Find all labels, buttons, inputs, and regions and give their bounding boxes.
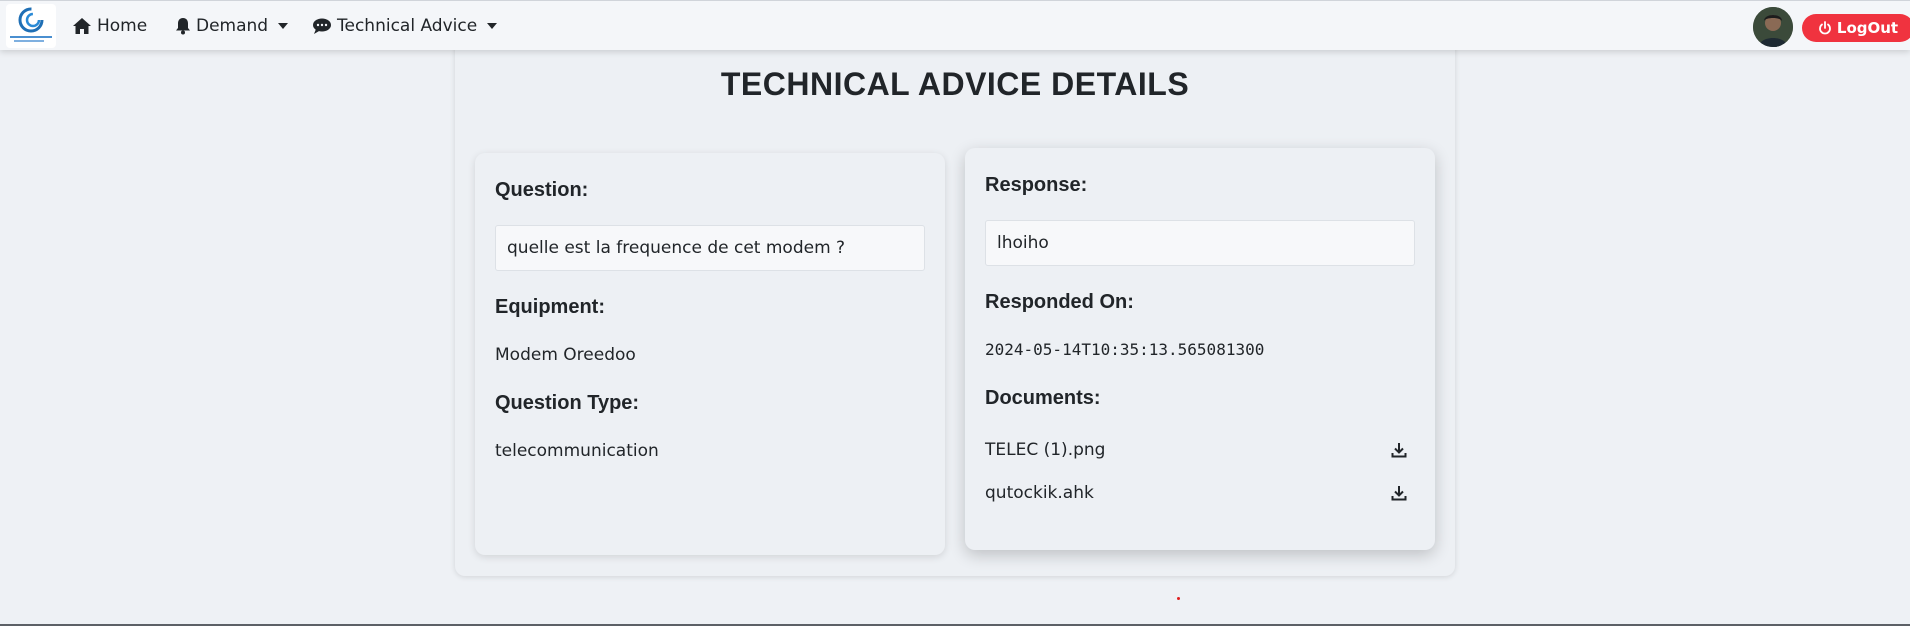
response-card: Response: lhoiho Responded On: 2024-05-1… [965,148,1435,550]
nav-home-label: Home [97,16,148,36]
question-label: Question: [495,179,589,201]
chevron-down-icon [487,23,498,29]
question-card: Question: quelle est la frequence de cet… [475,153,945,555]
nav-technical-advice-label: Technical Advice [337,16,478,36]
question-type-label: Question Type: [495,392,640,414]
nav-demand-dropdown[interactable]: Demand [175,1,289,51]
user-avatar[interactable] [1753,7,1793,47]
equipment-label: Equipment: [495,296,605,318]
nav-home[interactable]: Home [72,1,147,51]
download-icon[interactable] [1391,485,1407,501]
logout-button[interactable]: LogOut [1802,14,1910,42]
nav-demand-label: Demand [196,16,269,36]
download-icon[interactable] [1391,442,1407,458]
equipment-value: Modem Oreedoo [495,345,636,365]
home-icon [72,17,92,35]
document-name: qutockik.ahk [985,483,1094,503]
logout-label: LogOut [1836,19,1899,37]
agency-logo[interactable] [6,4,56,48]
response-label: Response: [985,174,1088,196]
document-name: TELEC (1).png [985,440,1106,460]
responded-on-value: 2024-05-14T10:35:13.565081300 [985,340,1265,359]
response-text-box: lhoiho [985,220,1415,266]
bell-icon [175,17,191,35]
chevron-down-icon [278,23,289,29]
responded-on-label: Responded On: [985,291,1134,313]
page-title: TECHNICAL ADVICE DETAILS [720,66,1190,102]
top-navbar: Home Demand Technical Advice LogOut [0,0,1910,50]
question-text: quelle est la frequence de cet modem ? [507,238,846,258]
question-type-value: telecommunication [495,441,659,461]
document-item: qutockik.ahk [985,481,1415,505]
nav-technical-advice-dropdown[interactable]: Technical Advice [312,1,498,51]
response-text: lhoiho [997,233,1049,253]
comment-icon [312,17,332,35]
document-item: TELEC (1).png [985,438,1415,462]
question-text-box: quelle est la frequence de cet modem ? [495,225,925,271]
power-icon [1818,21,1832,35]
documents-label: Documents: [985,387,1101,409]
stray-marker [1177,597,1180,600]
